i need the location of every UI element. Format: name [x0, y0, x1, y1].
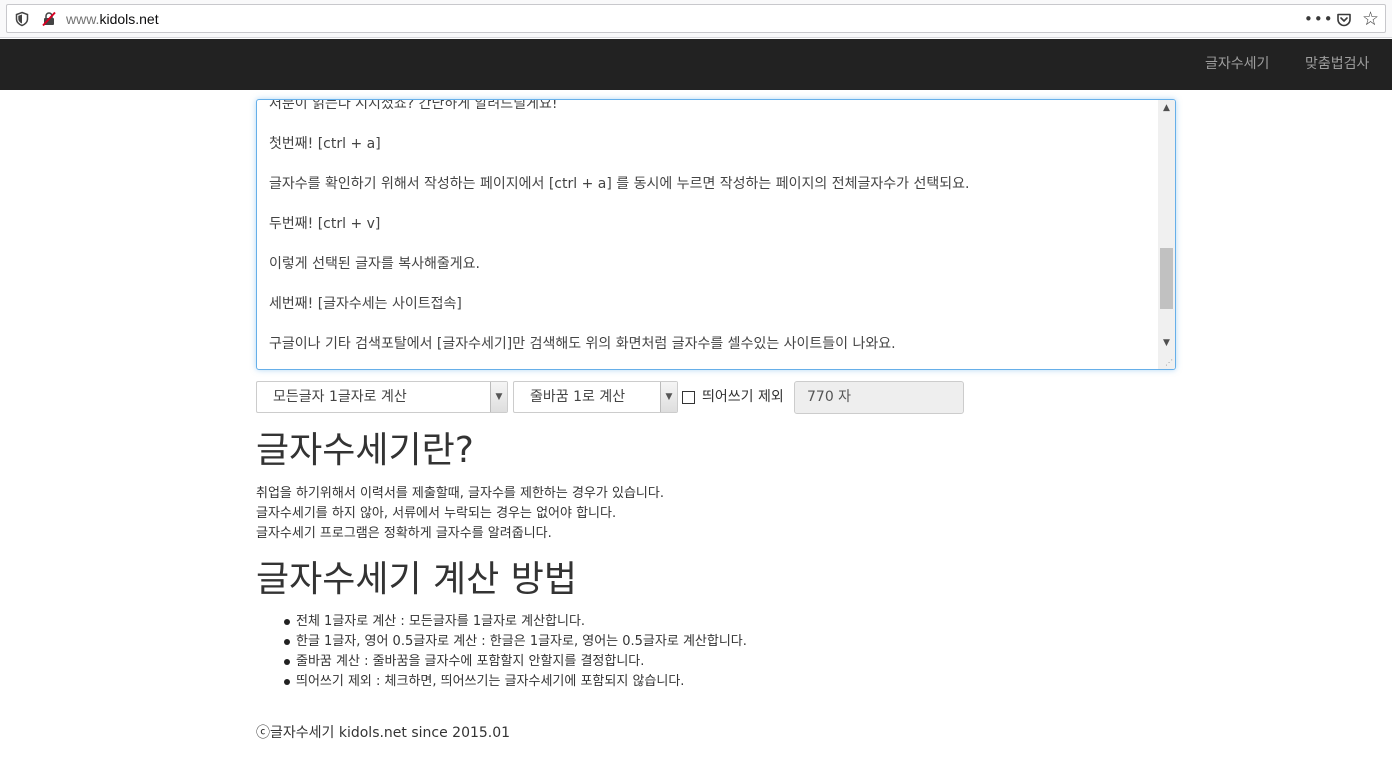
scroll-up-arrow-icon[interactable]: ▲: [1158, 100, 1175, 117]
editor-line[interactable]: 첫번째! [ctrl + a]: [269, 134, 1149, 154]
intro-line: 취업을 하기위해서 이력서를 제출할때, 글자수를 제한하는 경우가 있습니다.: [256, 486, 664, 501]
url-bar[interactable]: www.kidols.net ••• ☆: [6, 4, 1386, 33]
top-navbar: 글자수세기 맞춤법검사: [0, 39, 1392, 90]
intro-line: 글자수세기를 하지 않아, 서류에서 누락되는 경우는 없어야 합니다.: [256, 506, 617, 521]
nav-link-spell-check[interactable]: 맞춤법검사: [1305, 55, 1369, 73]
editor-line[interactable]: 세번째! [글자수세는 사이트접속]: [269, 294, 1149, 314]
chevron-down-icon[interactable]: ▼: [490, 382, 507, 412]
text-input-area[interactable]: 저분이 읽는다 시지셨죠? 간단하게 알려드릴게요! 첫번째! [ctrl + a…: [256, 99, 1176, 370]
newline-mode-value: 줄바꿈 1로 계산: [530, 389, 626, 405]
text-input-content[interactable]: 저분이 읽는다 시지셨죠? 간단하게 알려드릴게요! 첫번째! [ctrl + a…: [269, 100, 1149, 354]
list-item: 줄바꿈 계산 : 줄바꿈을 글자수에 포함할지 안할지를 결정합니다.: [283, 652, 747, 672]
list-item: 전체 1글자로 계산 : 모든글자를 1글자로 계산합니다.: [283, 612, 747, 632]
vertical-scrollbar[interactable]: ▲ ▼: [1158, 100, 1175, 369]
intro-title: 글자수세기란?: [256, 430, 474, 471]
editor-line[interactable]: 저분이 읽는다 시지셨죠? 간단하게 알려드릴게요!: [269, 100, 1149, 114]
footer-copyright: ⓒ글자수세기 kidols.net since 2015.01: [256, 725, 511, 741]
howto-title: 글자수세기 계산 방법: [256, 559, 577, 600]
editor-blank-line[interactable]: [269, 194, 1149, 214]
editor-blank-line[interactable]: [269, 234, 1149, 254]
intro-paragraph: 취업을 하기위해서 이력서를 제출할때, 글자수를 제한하는 경우가 있습니다.…: [256, 484, 664, 544]
editor-blank-line[interactable]: [269, 274, 1149, 294]
page-actions-menu-icon[interactable]: •••: [1304, 10, 1334, 28]
char-count-output: 770 자: [794, 381, 964, 414]
chevron-down-icon[interactable]: ▼: [660, 382, 677, 412]
editor-blank-line[interactable]: [269, 114, 1149, 134]
nav-link-char-count[interactable]: 글자수세기: [1205, 55, 1269, 73]
shield-icon[interactable]: [14, 11, 30, 27]
bookmark-star-icon[interactable]: ☆: [1362, 10, 1379, 29]
resize-grip-icon[interactable]: ⋰: [1165, 359, 1173, 367]
url-text[interactable]: www.kidols.net: [66, 11, 159, 28]
pocket-icon[interactable]: [1336, 11, 1352, 29]
scroll-down-arrow-icon[interactable]: ▼: [1158, 335, 1175, 352]
editor-line[interactable]: 구글이나 기타 검색포탈에서 [글자수세기]만 검색해도 위의 화면처럼 글자수…: [269, 334, 1149, 354]
count-mode-select[interactable]: 모든글자 1글자로 계산 ▼: [256, 381, 508, 413]
list-item: 띄어쓰기 제외 : 체크하면, 띄어쓰기는 글자수세기에 포함되지 않습니다.: [283, 672, 747, 692]
exclude-space-label[interactable]: 띄어쓰기 제외: [702, 388, 784, 406]
insecure-lock-icon[interactable]: [41, 11, 57, 27]
editor-line[interactable]: 이렇게 선택된 글자를 복사해줄게요.: [269, 254, 1149, 274]
browser-toolbar: www.kidols.net ••• ☆: [0, 0, 1392, 38]
editor-line[interactable]: 두번째! [ctrl + v]: [269, 214, 1149, 234]
intro-line: 글자수세기 프로그램은 정확하게 글자수를 알려줍니다.: [256, 526, 552, 541]
newline-mode-select[interactable]: 줄바꿈 1로 계산 ▼: [513, 381, 678, 413]
count-mode-value: 모든글자 1글자로 계산: [273, 389, 407, 405]
howto-list: 전체 1글자로 계산 : 모든글자를 1글자로 계산합니다. 한글 1글자, 영…: [283, 612, 747, 692]
list-item: 한글 1글자, 영어 0.5글자로 계산 : 한글은 1글자로, 영어는 0.5…: [283, 632, 747, 652]
editor-line[interactable]: 글자수를 확인하기 위해서 작성하는 페이지에서 [ctrl + a] 를 동시…: [269, 174, 1149, 194]
exclude-space-checkbox[interactable]: [682, 391, 695, 404]
editor-blank-line[interactable]: [269, 154, 1149, 174]
editor-blank-line[interactable]: [269, 314, 1149, 334]
scrollbar-thumb[interactable]: [1160, 248, 1173, 309]
